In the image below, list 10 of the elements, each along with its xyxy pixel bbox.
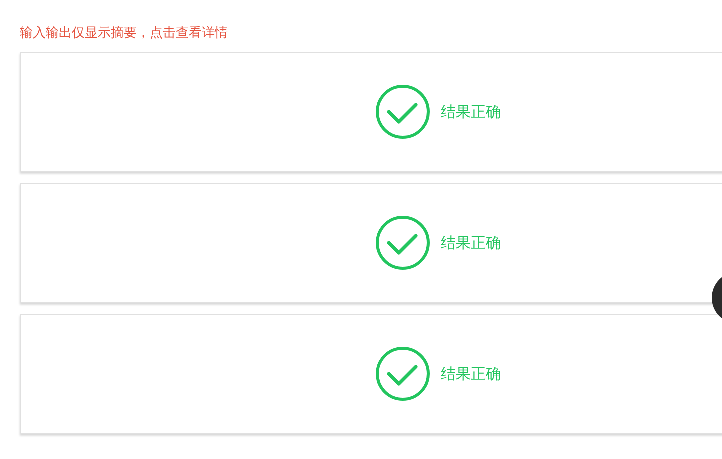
- notice-text: 输入输出仅显示摘要，点击查看详情: [20, 25, 228, 43]
- result-status-text: 结果正确: [441, 102, 501, 122]
- result-status-text: 结果正确: [441, 364, 501, 384]
- check-circle-icon: [375, 215, 431, 271]
- result-card[interactable]: 结果正确: [20, 52, 722, 172]
- result-status-text: 结果正确: [441, 234, 501, 252]
- check-circle-icon: [375, 346, 431, 402]
- result-card[interactable]: 结果正确: [20, 183, 722, 303]
- check-circle-icon: [375, 84, 431, 140]
- result-card[interactable]: 结果正确: [20, 314, 722, 434]
